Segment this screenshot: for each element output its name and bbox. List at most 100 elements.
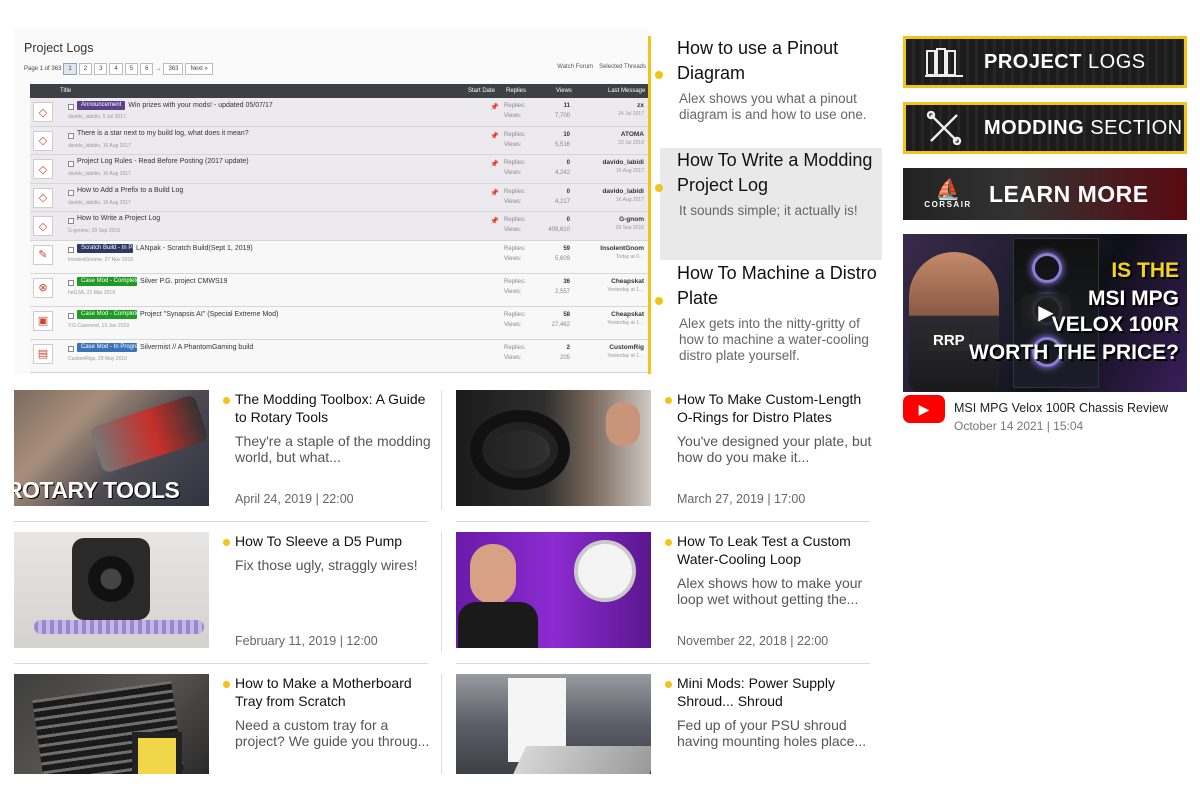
last-message[interactable]: CustomRig Yesterday at 1… <box>607 344 644 359</box>
thread-prefix-tag[interactable]: Scratch Build - In Progress ★ <box>77 243 159 253</box>
thread-title[interactable]: There is a star next to my build log, wh… <box>77 130 249 137</box>
thread-topic[interactable]: Project Log Rules - Read Before Posting … <box>77 158 249 165</box>
thread-topic[interactable]: Scratch Build - In Progress ★ LANpak - Sc… <box>77 243 253 253</box>
view-count: 5,516 <box>554 141 570 148</box>
thread-checkbox[interactable] <box>68 189 74 196</box>
article-title[interactable]: How To Sleeve a D5 Pump <box>235 532 431 550</box>
article-thumbnail[interactable] <box>456 674 651 774</box>
thread-row[interactable]: ✎ Scratch Build - In Progress ★ LANpak - S… <box>30 240 648 274</box>
thread-row[interactable]: ▤ Case Mod - In Progress Silvermist // A P… <box>30 339 648 373</box>
article-card[interactable]: How To Leak Test a Custom Water-Cooling … <box>456 532 871 664</box>
timeline-item[interactable]: How To Write a Modding Project Log It so… <box>655 148 882 260</box>
article-title[interactable]: How to Make a Motherboard Tray from Scra… <box>235 674 431 710</box>
thread-topic[interactable]: Case Mod - In Progress Silvermist // A Ph… <box>77 342 253 352</box>
article-title[interactable]: The Modding Toolbox: A Guide to Rotary T… <box>235 390 431 426</box>
article-card[interactable]: How To Make Custom-Length O-Rings for Di… <box>456 390 871 522</box>
user-avatar[interactable]: ◇ <box>33 159 53 179</box>
user-avatar[interactable]: ✎ <box>33 244 53 265</box>
thread-checkbox[interactable] <box>68 218 74 224</box>
video-title[interactable]: MSI MPG Velox 100R Chassis Review <box>954 401 1168 415</box>
thread-prefix-tag[interactable]: Case Mod - In Progress <box>77 342 144 352</box>
pager-page[interactable]: 3 <box>94 63 108 75</box>
pager-page[interactable]: 5 <box>124 63 139 75</box>
thread-title[interactable]: Silver P.G. project CMWS19 <box>140 278 227 285</box>
pager-page[interactable]: 363 <box>163 63 184 75</box>
user-avatar[interactable]: ◇ <box>33 102 53 122</box>
article-thumbnail[interactable] <box>456 390 651 506</box>
thread-checkbox[interactable] <box>68 345 74 352</box>
user-avatar[interactable]: ◇ <box>33 187 53 208</box>
pager-page[interactable]: 4 <box>109 63 123 75</box>
pager-page[interactable]: 1 <box>63 63 77 75</box>
last-message[interactable]: G-gnom 29 Sep 2016 <box>616 216 644 231</box>
user-avatar[interactable]: ▤ <box>33 343 53 364</box>
user-avatar[interactable]: ◇ <box>33 130 53 151</box>
thread-title[interactable]: Project "Synapsis AI" (Special Extreme M… <box>140 311 278 318</box>
thread-checkbox[interactable] <box>68 312 74 319</box>
corsair-learn-more-banner[interactable]: ⛵ CORSAIR LEARN MORE <box>903 168 1187 220</box>
last-message[interactable]: Cheapskat Yesterday at 1… <box>607 278 644 293</box>
project-logs-banner[interactable]: PROJECT LOGS <box>903 36 1187 88</box>
article-card[interactable]: How to Make a Motherboard Tray from Scra… <box>14 674 429 774</box>
timeline-title[interactable]: How To Machine a Distro Plate <box>660 261 882 311</box>
article-title[interactable]: Mini Mods: Power Supply Shroud... Shroud <box>677 674 873 710</box>
thread-title[interactable]: Win prizes with your mods! - updated 05/… <box>128 102 272 109</box>
last-message[interactable]: Cheapskat Yesterday at 1… <box>607 311 644 326</box>
thread-row[interactable]: ◇ There is a star next to my build log, w… <box>30 126 648 155</box>
timeline-title[interactable]: How to use a Pinout Diagram <box>660 36 882 86</box>
timeline-item[interactable]: How to use a Pinout Diagram Alex shows y… <box>655 36 882 130</box>
thread-topic[interactable]: There is a star next to my build log, wh… <box>77 130 249 137</box>
last-message[interactable]: InsolentGnom Today at 0… <box>600 245 644 260</box>
timeline-item[interactable]: How To Machine a Distro Plate Alex gets … <box>655 261 882 371</box>
thread-title[interactable]: Project Log Rules - Read Before Posting … <box>77 158 249 165</box>
user-avatar[interactable]: ◇ <box>33 216 53 236</box>
thread-topic[interactable]: How to Write a Project Log <box>77 215 160 222</box>
article-title[interactable]: How To Leak Test a Custom Water-Cooling … <box>677 532 873 568</box>
thread-title[interactable]: How to Add a Prefix to a Build Log <box>77 187 183 194</box>
modding-section-banner[interactable]: MODDING SECTION <box>903 102 1187 154</box>
article-card[interactable]: Mini Mods: Power Supply Shroud... Shroud… <box>456 674 871 774</box>
thread-row[interactable]: ⊗ Case Mod - Complete Silver P.G. project … <box>30 273 648 307</box>
thread-topic[interactable]: Case Mod - Complete Project "Synapsis AI"… <box>77 309 278 319</box>
forum-screenshot[interactable]: Project Logs Page 1 of 363 1 2 3 4 5 6 →… <box>14 28 648 374</box>
thread-checkbox[interactable] <box>68 246 74 253</box>
article-card[interactable]: How To Sleeve a D5 Pump Fix those ugly, … <box>14 532 429 664</box>
thread-row[interactable]: ◇ Announcement Win prizes with your mods! … <box>30 98 648 127</box>
video-thumbnail[interactable]: RRP ▶ IS THE MSI MPG VELOX 100R WORTH TH… <box>903 234 1187 392</box>
thread-row[interactable]: ▣ Case Mod - Complete Project "Synapsis AI… <box>30 306 648 340</box>
last-message[interactable]: ATOMA 23 Jul 2018 <box>618 131 644 146</box>
thread-prefix-tag[interactable]: Announcement <box>77 101 126 110</box>
watch-forum-link[interactable]: Watch Forum <box>557 64 593 70</box>
pager-page[interactable]: 2 <box>78 63 93 75</box>
last-message[interactable]: davido_labidi 16 Aug 2017 <box>602 159 644 174</box>
user-avatar[interactable]: ▣ <box>33 310 53 331</box>
article-thumbnail[interactable] <box>14 532 209 648</box>
thread-topic[interactable]: Case Mod - Complete Silver P.G. project C… <box>77 276 227 286</box>
thread-row[interactable]: ◇ Project Log Rules - Read Before Posting… <box>30 155 648 184</box>
article-thumbnail[interactable]: ROTARY TOOLS <box>14 390 209 506</box>
thread-prefix-tag[interactable]: Case Mod - Complete <box>77 276 139 286</box>
thread-topic[interactable]: How to Add a Prefix to a Build Log <box>77 187 183 194</box>
thread-checkbox[interactable] <box>68 279 74 286</box>
thread-checkbox[interactable] <box>68 132 74 139</box>
thread-row[interactable]: ◇ How to Add a Prefix to a Build Log david… <box>30 183 648 212</box>
thread-title[interactable]: Silvermist // A PhantomGaming build <box>140 344 253 351</box>
thread-title[interactable]: LANpak - Scratch Build(Sept 1, 2019) <box>136 245 253 252</box>
pager-page[interactable]: 6 <box>140 63 154 75</box>
selected-threads-link[interactable]: Selected Threads <box>599 64 646 70</box>
timeline-title[interactable]: How To Write a Modding Project Log <box>660 148 882 198</box>
article-card[interactable]: ROTARY TOOLS The Modding Toolbox: A Guid… <box>14 390 431 522</box>
thread-topic[interactable]: Announcement Win prizes with your mods! -… <box>77 101 273 110</box>
thread-title[interactable]: How to Write a Project Log <box>77 215 160 222</box>
article-thumbnail[interactable] <box>14 674 209 774</box>
last-message[interactable]: davido_labidi 16 Aug 2017 <box>602 188 644 203</box>
thread-row[interactable]: ◇ How to Write a Project Log G-gnome, 29 S… <box>30 212 648 241</box>
user-avatar[interactable]: ⊗ <box>33 277 53 298</box>
last-message[interactable]: zx 24 Jul 2017 <box>618 102 644 117</box>
pager-next-button[interactable]: Next » <box>185 63 213 75</box>
article-title[interactable]: How To Make Custom-Length O-Rings for Di… <box>677 390 873 426</box>
thread-checkbox[interactable] <box>68 104 74 110</box>
thread-checkbox[interactable] <box>68 161 74 167</box>
thread-prefix-tag[interactable]: Case Mod - Complete <box>77 309 139 319</box>
article-thumbnail[interactable] <box>456 532 651 648</box>
